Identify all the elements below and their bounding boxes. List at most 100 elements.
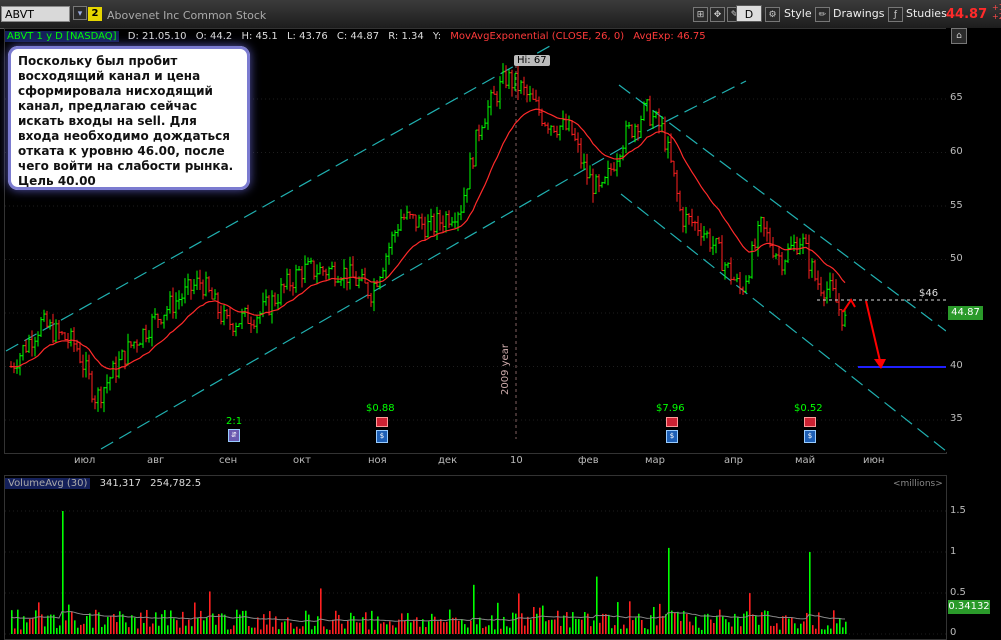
volume-bar bbox=[671, 610, 673, 634]
volume-bar bbox=[731, 626, 733, 634]
dividend-icon[interactable]: $ bbox=[666, 430, 678, 443]
volume-bar bbox=[623, 624, 625, 634]
x-tick: май bbox=[795, 455, 816, 466]
volume-bar bbox=[800, 623, 802, 634]
last-price: 44.87 bbox=[946, 7, 988, 22]
volume-panel[interactable] bbox=[4, 475, 947, 640]
volume-bar bbox=[11, 610, 13, 634]
volume-bar bbox=[674, 612, 676, 634]
volume-bar bbox=[605, 614, 607, 634]
volume-bar bbox=[413, 619, 415, 634]
volume-bar bbox=[359, 622, 361, 634]
volume-bar bbox=[128, 627, 130, 634]
year-marker: 2009 year bbox=[500, 344, 511, 395]
volume-bar bbox=[461, 619, 463, 634]
style-icon[interactable]: ⚙ bbox=[765, 7, 780, 22]
volume-bar bbox=[608, 614, 610, 634]
volume-bar bbox=[170, 610, 172, 634]
volume-bar bbox=[788, 618, 790, 634]
volume-bar bbox=[383, 622, 385, 634]
drawings-button[interactable]: Drawings bbox=[830, 5, 885, 22]
volume-bar bbox=[116, 622, 118, 634]
volume-bar bbox=[740, 626, 742, 634]
chart-symbol-tag[interactable]: ABVT 1 y D [NASDAQ] bbox=[5, 31, 119, 42]
volume-bar bbox=[254, 627, 256, 634]
period-button[interactable]: D bbox=[736, 5, 762, 22]
volume-bar bbox=[614, 625, 616, 634]
volume-bar bbox=[533, 607, 535, 634]
dividend-icon[interactable]: $ bbox=[804, 430, 816, 443]
volume-bar bbox=[434, 616, 436, 634]
volume-bar bbox=[311, 629, 313, 634]
volume-bar bbox=[32, 617, 34, 634]
magnifier-icon[interactable]: ⊞ bbox=[693, 7, 708, 22]
volume-bar bbox=[374, 629, 376, 634]
volume-bar bbox=[839, 618, 841, 634]
volume-bar bbox=[209, 591, 211, 634]
volume-bar bbox=[497, 602, 499, 634]
link-group-badge[interactable]: 2 bbox=[88, 7, 102, 21]
volume-bar bbox=[488, 625, 490, 634]
volume-study-label[interactable]: VolumeAvg (30) bbox=[5, 478, 91, 489]
volume-bar bbox=[260, 629, 262, 634]
studies-icon[interactable]: ƒ bbox=[888, 7, 903, 22]
volume-bar bbox=[470, 620, 472, 634]
volume-bar bbox=[440, 619, 442, 634]
volume-chart[interactable] bbox=[5, 476, 946, 639]
volume-bar bbox=[668, 547, 670, 634]
bar-open: O: 44.2 bbox=[195, 31, 233, 42]
chart-settings-icon[interactable]: ⌂ bbox=[951, 28, 967, 44]
volume-bar bbox=[827, 625, 829, 634]
x-tick: июн bbox=[863, 455, 885, 466]
symbol-dropdown-icon[interactable]: ▾ bbox=[73, 6, 87, 20]
volume-bar bbox=[830, 628, 832, 634]
volume-bar bbox=[602, 613, 604, 634]
volume-avg-value: 254,782.5 bbox=[150, 478, 202, 489]
top-toolbar: ABVT ▾ 2 Abovenet Inc Common Stock ⊞ ✥ ✎… bbox=[0, 0, 1001, 29]
volume-bar bbox=[728, 622, 730, 634]
volume-bar bbox=[200, 610, 202, 634]
volume-bar bbox=[71, 611, 73, 634]
volume-bar bbox=[38, 602, 40, 634]
volume-bar bbox=[101, 626, 103, 634]
dividend-icon[interactable]: $ bbox=[376, 430, 388, 443]
volume-bar bbox=[296, 626, 298, 634]
dividend-flag-icon[interactable] bbox=[804, 417, 816, 427]
volume-bar bbox=[329, 629, 331, 634]
volume-bar bbox=[713, 622, 715, 634]
volume-bar bbox=[557, 610, 559, 634]
pan-icon[interactable]: ✥ bbox=[710, 7, 725, 22]
drawings-icon[interactable]: ✏ bbox=[815, 7, 830, 22]
studies-button[interactable]: Studies bbox=[903, 5, 947, 22]
symbol-input[interactable]: ABVT bbox=[1, 6, 70, 22]
style-button[interactable]: Style bbox=[781, 5, 812, 22]
volume-bar bbox=[752, 614, 754, 634]
volume-current-tag: 0.34132 bbox=[948, 600, 990, 614]
volume-bar bbox=[173, 618, 175, 634]
split-icon[interactable]: ⇵ bbox=[228, 429, 240, 442]
volume-bar bbox=[155, 612, 157, 634]
volume-bar bbox=[437, 621, 439, 634]
volume-bar bbox=[404, 620, 406, 634]
volume-bar bbox=[635, 617, 637, 634]
y-tick: 65 bbox=[950, 92, 963, 103]
volume-bar bbox=[644, 628, 646, 634]
volume-bar bbox=[182, 611, 184, 634]
volume-bar bbox=[653, 606, 655, 634]
volume-bar bbox=[683, 610, 685, 634]
symbol-description: Abovenet Inc Common Stock bbox=[107, 9, 267, 22]
bar-date: D: 21.05.10 bbox=[127, 31, 187, 42]
volume-bar bbox=[716, 615, 718, 634]
volume-bar bbox=[569, 627, 571, 634]
study-label[interactable]: MovAvgExponential (CLOSE, 26, 0) bbox=[450, 31, 624, 42]
volume-bar bbox=[365, 612, 367, 634]
volume-bar bbox=[401, 613, 403, 634]
volume-bar bbox=[224, 614, 226, 634]
volume-bar bbox=[626, 628, 628, 634]
volume-bar bbox=[596, 576, 598, 634]
volume-bar bbox=[320, 588, 322, 634]
high-label: Hi: 67 bbox=[514, 55, 550, 66]
dividend-flag-icon[interactable] bbox=[666, 417, 678, 427]
dividend-flag-icon[interactable] bbox=[376, 417, 388, 427]
volume-bar bbox=[767, 611, 769, 634]
